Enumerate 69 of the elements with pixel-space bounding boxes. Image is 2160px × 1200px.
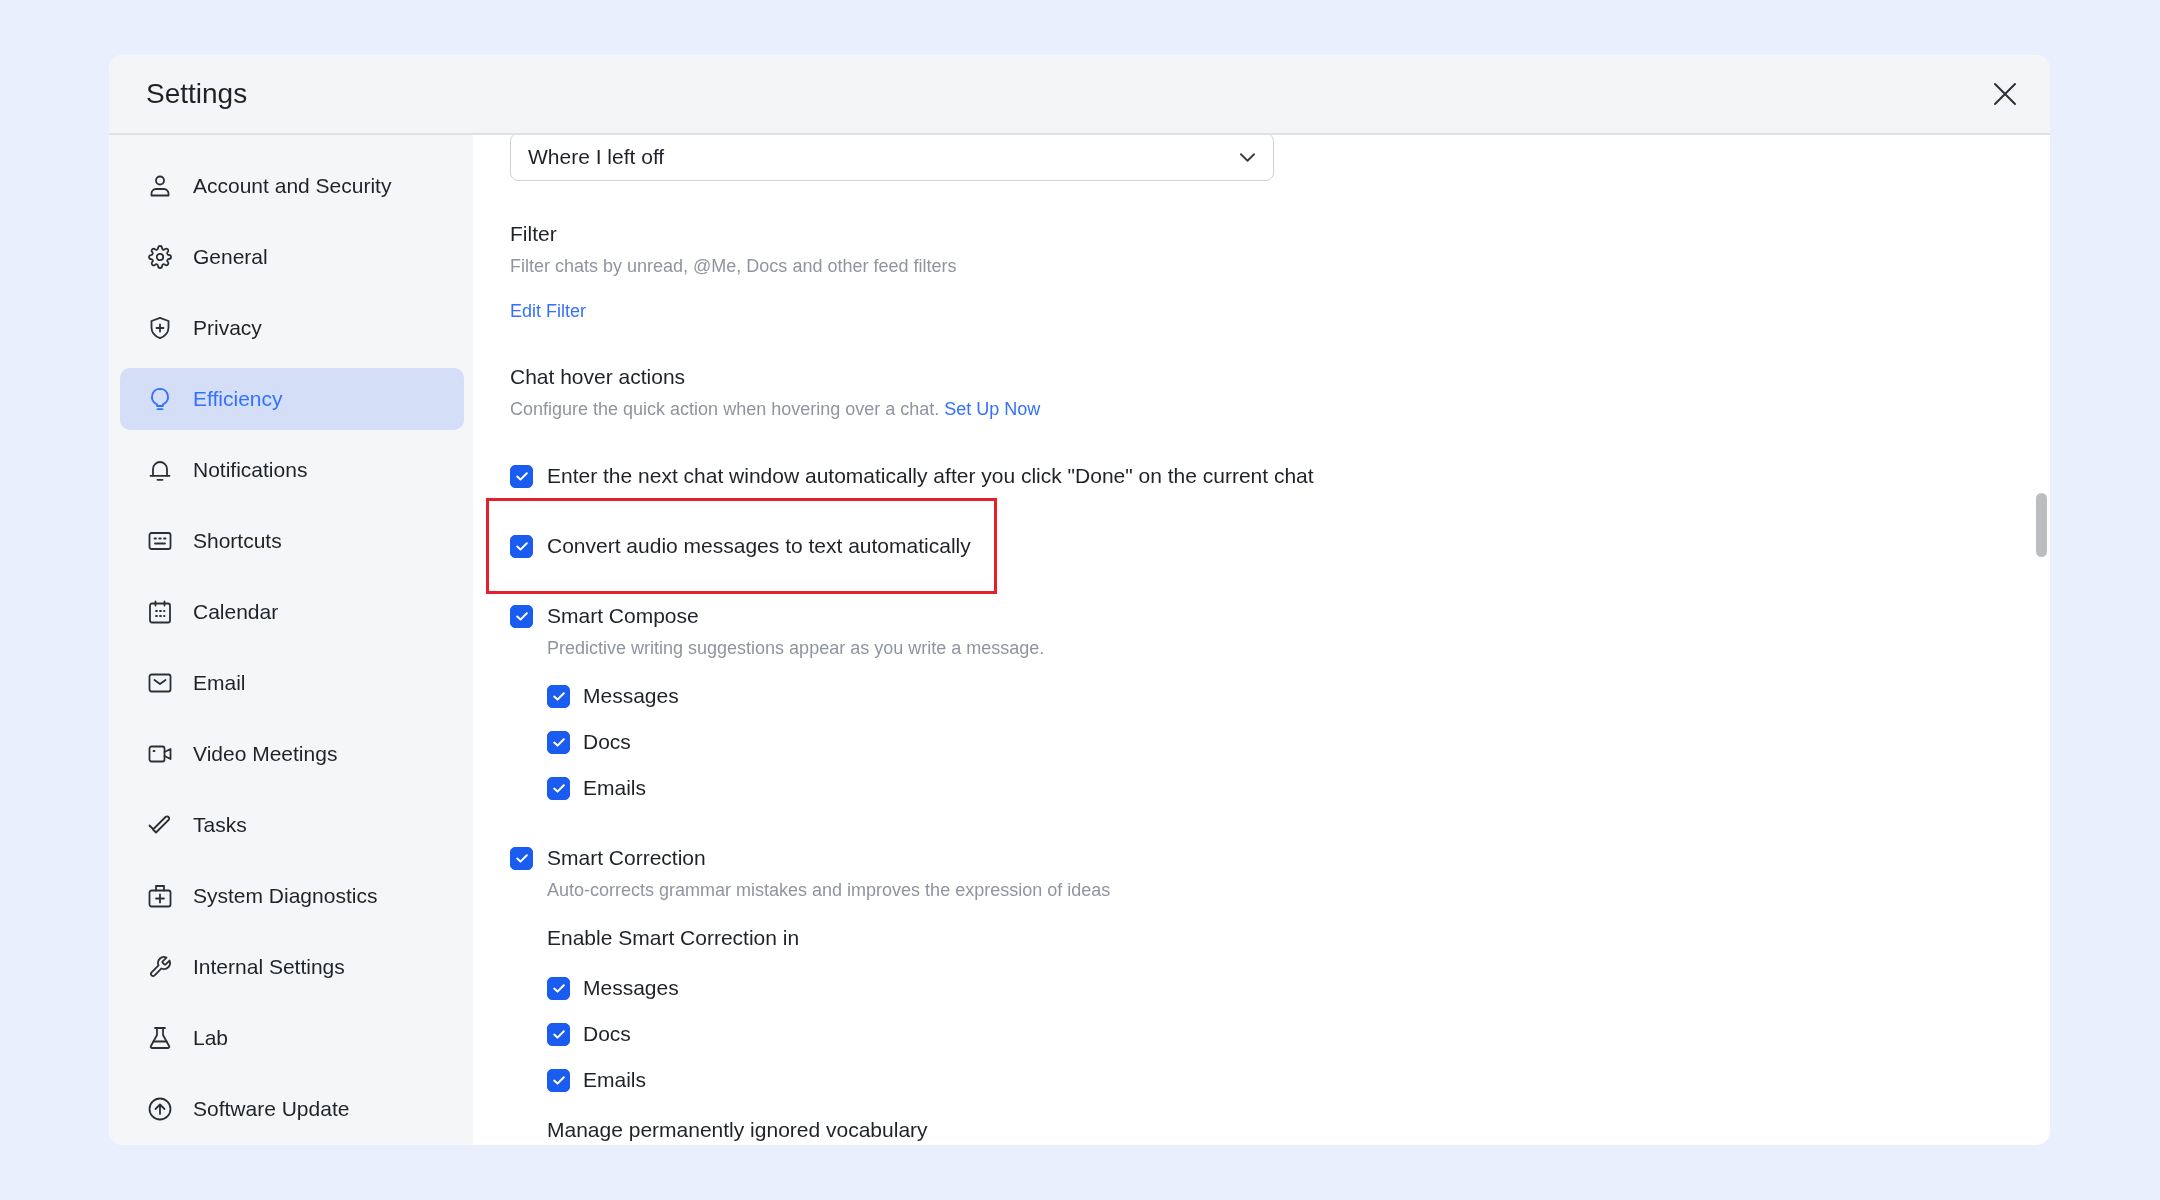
- sidebar-item[interactable]: Privacy: [120, 297, 464, 359]
- setting-description: Configure the quick action when hovering over a chat. Set Up Now: [510, 398, 1041, 421]
- sidebar-item[interactable]: Video Meetings: [120, 723, 464, 785]
- checkbox[interactable]: [547, 776, 570, 800]
- medical-kit-icon: [148, 884, 172, 908]
- setting-title: Chat hover actions: [510, 364, 686, 390]
- window-title: Settings: [146, 77, 248, 111]
- setting-title: Manage permanently ignored vocabulary: [547, 1117, 928, 1143]
- option-label: Enter the next chat window automatically after you click "Done" on the current chat: [547, 463, 1314, 489]
- sidebar-item[interactable]: Tasks: [120, 794, 464, 856]
- person-icon: [148, 174, 172, 198]
- sidebar-item[interactable]: Email: [120, 652, 464, 714]
- option-label: Smart Correction: [547, 845, 706, 871]
- close-icon: [1993, 82, 2017, 106]
- setting-description: Auto-corrects grammar mistakes and improves the expression of ideas: [547, 879, 1111, 902]
- setting-description: Predictive writing suggestions appear as you write a message.: [547, 637, 1045, 660]
- arrow-up-circle-icon: [148, 1097, 172, 1121]
- checkmark-icon: [515, 611, 528, 621]
- checkbox[interactable]: [547, 976, 570, 1000]
- chevron-down-icon: [1240, 152, 1255, 162]
- calendar-icon: [148, 600, 172, 624]
- sidebar-item[interactable]: Calendar: [120, 581, 464, 643]
- checkmark-icon: [552, 737, 565, 747]
- lightbulb-icon: [148, 387, 172, 411]
- sidebar-item[interactable]: System Diagnostics: [120, 865, 464, 927]
- settings-icon: [148, 245, 172, 269]
- wrench-icon: [148, 955, 172, 979]
- checkmark-icon: [552, 983, 565, 993]
- sidebar-item[interactable]: Shortcuts: [120, 510, 464, 572]
- setting-subheading: Enable Smart Correction in: [547, 925, 800, 951]
- checkmark-icon: [552, 691, 565, 701]
- bell-icon: [148, 458, 172, 482]
- checkbox[interactable]: [510, 464, 533, 488]
- option-label: Convert audio messages to text automatically: [547, 533, 971, 559]
- envelope-icon: [148, 671, 172, 695]
- checkbox[interactable]: [547, 684, 570, 708]
- option-label: Messages: [583, 975, 679, 1001]
- checkmark-icon: [552, 1029, 565, 1039]
- checkbox[interactable]: [547, 1022, 570, 1046]
- sidebar-item[interactable]: Notifications: [120, 439, 464, 501]
- checkmark-icon: [552, 783, 565, 793]
- flask-icon: [148, 1026, 172, 1050]
- checkbox[interactable]: [510, 846, 533, 870]
- checkmark-icon: [515, 853, 528, 863]
- option-label: Messages: [583, 683, 679, 709]
- scrollbar-thumb[interactable]: [2036, 493, 2047, 557]
- sidebar-item[interactable]: Software Update: [120, 1078, 464, 1140]
- sidebar-item[interactable]: General: [120, 226, 464, 288]
- keyboard-icon: [148, 529, 172, 553]
- set-up-link[interactable]: Set Up Now: [944, 399, 1041, 419]
- sidebar-item[interactable]: Account and Security: [120, 155, 464, 217]
- setting-title: Filter: [510, 221, 557, 247]
- option-label: Docs: [583, 729, 631, 755]
- checkbox[interactable]: [510, 534, 533, 558]
- checkbox[interactable]: [547, 730, 570, 754]
- checkmark-icon: [515, 471, 528, 481]
- checkbox[interactable]: [547, 1068, 570, 1092]
- shield-icon: [148, 316, 172, 340]
- checkmark-icon: [515, 541, 528, 551]
- sidebar-item[interactable]: Internal Settings: [120, 936, 464, 998]
- setting-description: Filter chats by unread, @Me, Docs and other feed filters: [510, 255, 957, 278]
- checkbox[interactable]: [510, 604, 533, 628]
- option-label: Emails: [583, 775, 646, 801]
- option-label: Emails: [583, 1067, 646, 1093]
- edit-link[interactable]: Edit Filter: [510, 298, 587, 324]
- option-label: Smart Compose: [547, 603, 699, 629]
- checkmark-icon: [552, 1075, 565, 1085]
- sidebar-item[interactable]: Lab: [120, 1007, 464, 1069]
- option-label: Docs: [583, 1021, 631, 1047]
